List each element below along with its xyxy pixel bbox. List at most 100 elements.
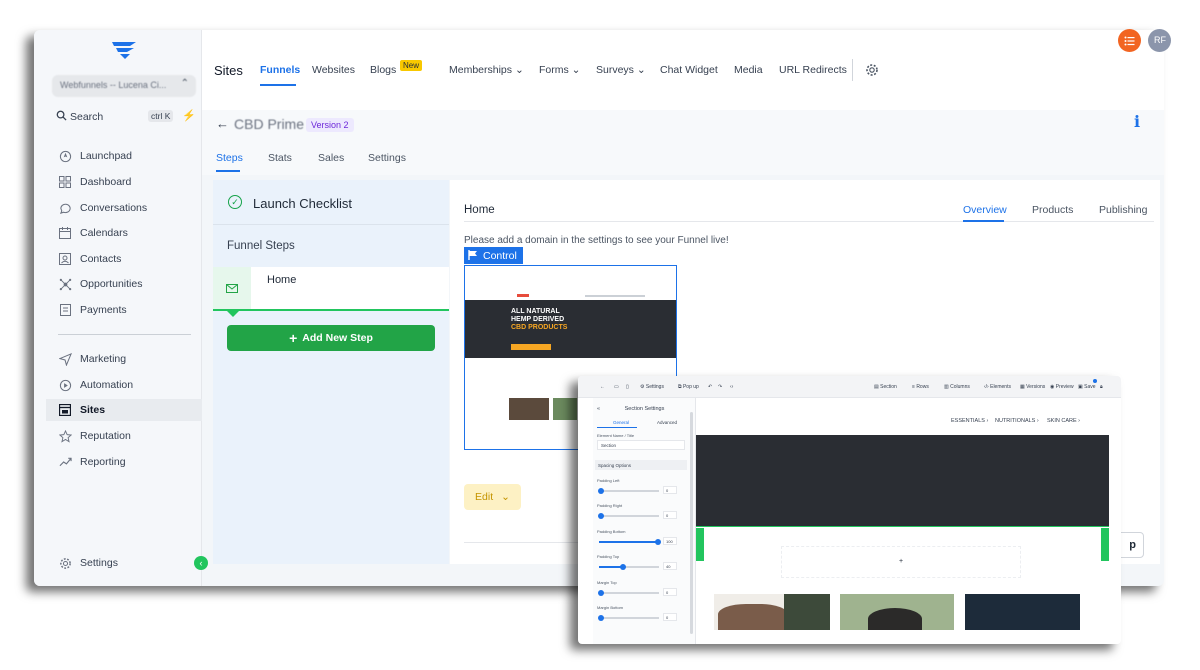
info-icon[interactable]: i <box>1134 112 1140 131</box>
slider-knob[interactable] <box>655 539 661 545</box>
funnel-name: CBD Prime <box>234 116 305 132</box>
tab-settings[interactable]: Settings <box>368 152 406 164</box>
sidebar-item-calendars[interactable]: Calendars <box>52 222 200 244</box>
builder-versions-button[interactable]: ▦ Versions <box>1020 384 1045 390</box>
tab-websites[interactable]: Websites <box>312 64 355 76</box>
canvas-nav-essentials[interactable]: ESSENTIALS › <box>951 418 988 424</box>
padding-left-slider[interactable] <box>598 488 659 494</box>
margin-top-value[interactable]: 0 <box>663 588 677 596</box>
sidebar-item-reporting[interactable]: Reporting <box>52 451 200 473</box>
tab-general[interactable]: General <box>613 420 629 425</box>
add-new-step-button[interactable]: + Add New Step <box>227 325 435 351</box>
canvas-nav-skin-care[interactable]: SKIN CARE › <box>1047 418 1080 424</box>
sidebar-item-contacts[interactable]: Contacts <box>52 248 200 270</box>
sidebar-item-dashboard[interactable]: Dashboard <box>52 171 200 193</box>
canvas-nav-nutritionals[interactable]: NUTRITIONALS › <box>995 418 1039 424</box>
toolbar-label: Settings <box>645 384 664 390</box>
tab-blogs[interactable]: Blogs <box>370 64 396 76</box>
section-handle-left[interactable] <box>696 528 704 561</box>
selected-section[interactable] <box>696 435 1109 527</box>
gear-icon[interactable] <box>865 63 879 77</box>
slider-knob[interactable] <box>598 615 604 621</box>
sidebar-item-sites[interactable]: Sites <box>46 399 202 421</box>
tab-stats[interactable]: Stats <box>268 152 292 164</box>
add-element-area[interactable]: + <box>781 546 1021 578</box>
sidebar-item-conversations[interactable]: Conversations <box>52 197 200 219</box>
toolbar-label: Columns <box>950 384 970 390</box>
builder-section-button[interactable]: ▤ Section <box>874 384 897 390</box>
margin-bottom-value[interactable]: 0 <box>663 613 677 621</box>
lightning-icon[interactable]: ⚡ <box>182 109 196 122</box>
page-title: Sites <box>214 63 243 78</box>
edit-button[interactable]: Edit ⌄ <box>464 484 521 510</box>
tab-overview[interactable]: Overview <box>963 204 1007 216</box>
sidebar-item-payments[interactable]: Payments <box>52 299 200 321</box>
sidebar-item-opportunities[interactable]: Opportunities <box>52 273 200 295</box>
builder-rows-button[interactable]: ≡ Rows <box>912 384 929 390</box>
tab-sales[interactable]: Sales <box>318 152 344 164</box>
sidebar-item-automation[interactable]: Automation <box>52 374 200 396</box>
tab-url-redirects[interactable]: URL Redirects <box>779 64 847 76</box>
builder-save-button[interactable]: ▣ Save <box>1078 384 1096 390</box>
builder-preview-button[interactable]: ◉ Preview <box>1050 384 1074 390</box>
tab-publishing[interactable]: Publishing <box>1099 204 1147 216</box>
chevron-down-icon: ⌄ <box>636 64 646 76</box>
back-arrow-icon[interactable]: ← <box>216 116 229 131</box>
margin-bottom-slider[interactable] <box>598 615 659 621</box>
tab-chat-widget[interactable]: Chat Widget <box>660 64 718 76</box>
tab-forms[interactable]: Forms ⌄ <box>539 64 580 76</box>
redo-icon[interactable]: ↷ <box>718 384 722 390</box>
builder-columns-button[interactable]: ▥ Columns <box>944 384 970 390</box>
builder-settings-button[interactable]: ⚙ Settings <box>640 384 664 390</box>
notifications-avatar[interactable] <box>1118 29 1141 52</box>
sidebar: Webfunnels -- Lucena Ci... ⌃ Search ctrl… <box>34 30 208 586</box>
slider-knob[interactable] <box>598 488 604 494</box>
settings-scrollbar[interactable] <box>690 412 693 634</box>
element-name-input[interactable]: Section <box>597 440 685 450</box>
tab-media[interactable]: Media <box>734 64 763 76</box>
builder-elements-button[interactable]: ‹/› Elements <box>984 384 1011 390</box>
padding-right-value[interactable]: 0 <box>663 511 677 519</box>
step-item-home[interactable]: Home <box>213 267 449 311</box>
tab-products[interactable]: Products <box>1032 204 1073 216</box>
tab-memberships[interactable]: Memberships ⌄ <box>449 64 524 76</box>
padding-bottom-value[interactable]: 100 <box>663 537 677 545</box>
avatar[interactable]: RF <box>1148 29 1171 52</box>
mobile-icon[interactable]: ▯ <box>626 384 629 390</box>
builder-canvas: ESSENTIALS › NUTRITIONALS › SKIN CARE › … <box>696 398 1121 644</box>
padding-left-value[interactable]: 0 <box>663 486 677 494</box>
slider-knob[interactable] <box>598 590 604 596</box>
builder-popup-button[interactable]: ⧉ Pop up <box>678 384 699 390</box>
padding-right-slider[interactable] <box>598 513 659 519</box>
sidebar-item-marketing[interactable]: Marketing <box>52 348 200 370</box>
thumbnail-logo <box>517 294 529 297</box>
sidebar-item-reputation[interactable]: Reputation <box>52 425 200 447</box>
padding-top-slider[interactable] <box>599 564 659 570</box>
code-icon[interactable]: ‹› <box>730 384 733 390</box>
sidebar-item-label: Calendars <box>80 227 128 239</box>
launch-checklist[interactable]: ✓ Launch Checklist <box>213 180 449 225</box>
thumbnail-product-image <box>553 398 577 420</box>
desktop-icon[interactable]: ▭ <box>614 384 619 390</box>
lock-icon[interactable]: 🔒︎ <box>1100 384 1103 390</box>
chevron-down-icon: ⌄ <box>501 491 510 503</box>
tab-steps[interactable]: Steps <box>216 152 243 164</box>
back-arrow-icon[interactable]: ← <box>600 384 605 390</box>
tab-surveys[interactable]: Surveys ⌄ <box>596 64 646 76</box>
margin-top-slider[interactable] <box>598 590 659 596</box>
padding-bottom-slider[interactable] <box>599 539 661 545</box>
slider-knob[interactable] <box>598 513 604 519</box>
sidebar-search[interactable]: Search ctrl K ⚡ <box>52 107 196 127</box>
undo-icon[interactable]: ↶ <box>708 384 712 390</box>
sidebar-item-launchpad[interactable]: Launchpad <box>52 145 200 167</box>
padding-top-value[interactable]: 40 <box>663 562 677 570</box>
tab-funnels[interactable]: Funnels <box>260 64 300 76</box>
collapse-sidebar-button[interactable]: ‹ <box>194 556 208 570</box>
spacing-options-header[interactable]: Spacing Options <box>595 460 687 470</box>
sidebar-item-settings[interactable]: Settings <box>52 552 200 574</box>
tab-advanced[interactable]: Advanced <box>657 420 677 425</box>
slider-knob[interactable] <box>620 564 626 570</box>
section-handle-right[interactable] <box>1101 528 1109 561</box>
account-switcher[interactable]: Webfunnels -- Lucena Ci... ⌃ <box>52 75 196 97</box>
network-icon <box>58 277 72 291</box>
